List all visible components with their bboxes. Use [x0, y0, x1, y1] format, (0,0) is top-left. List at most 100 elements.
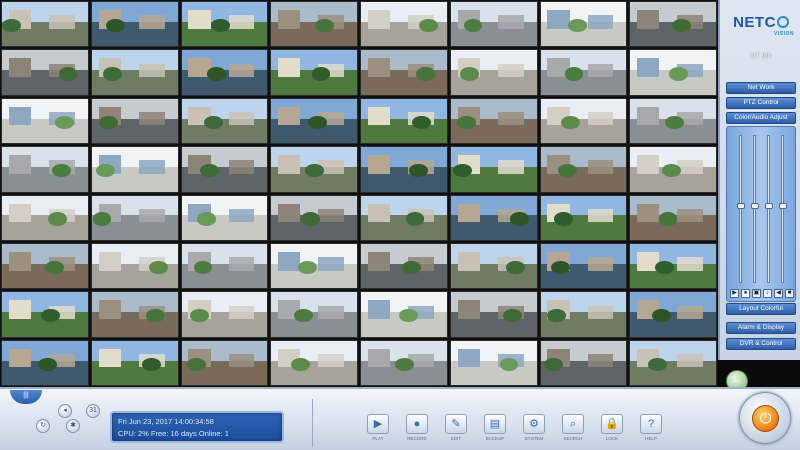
hue-knob[interactable] — [779, 203, 787, 210]
camera-feed[interactable] — [360, 146, 448, 193]
camera-feed[interactable] — [539, 339, 628, 386]
camera-feed[interactable] — [270, 146, 358, 193]
camera-feed[interactable] — [449, 242, 538, 290]
camera-feed[interactable] — [449, 1, 538, 48]
camera-feed[interactable] — [90, 97, 179, 145]
camera-feed[interactable] — [180, 194, 269, 241]
camera-feed[interactable] — [629, 97, 717, 145]
speaker-icon[interactable]: ◀ — [774, 289, 783, 298]
color-adjust-button[interactable]: Color/Audio Adjust — [726, 112, 796, 124]
lock-icon[interactable]: ■ — [785, 289, 794, 298]
power-button[interactable]: ⏻ — [739, 392, 791, 444]
camera-feed[interactable] — [270, 194, 358, 241]
camera-feed[interactable] — [360, 242, 448, 290]
scene-tree — [55, 115, 75, 129]
camera-list-tab[interactable]: ||| — [10, 390, 42, 404]
camera-feed[interactable] — [360, 339, 448, 386]
camera-feed[interactable] — [449, 49, 538, 96]
camera-feed[interactable] — [1, 194, 89, 241]
camera-feed[interactable] — [539, 242, 628, 290]
camera-feed[interactable] — [539, 194, 628, 241]
camera-feed[interactable] — [90, 146, 179, 193]
camera-feed[interactable] — [270, 291, 358, 338]
camera-feed[interactable] — [629, 194, 717, 241]
system-tool[interactable]: ⚙ — [523, 414, 545, 434]
camera-feed[interactable] — [1, 242, 89, 290]
camera-feed[interactable] — [1, 146, 89, 193]
saturation-knob[interactable] — [765, 203, 773, 210]
camera-feed[interactable] — [270, 97, 358, 145]
camera-feed[interactable] — [90, 194, 179, 241]
scene-building — [278, 155, 301, 174]
camera-feed[interactable] — [90, 49, 179, 96]
camera-feed[interactable] — [629, 1, 717, 48]
alarm-display-button[interactable]: Alarm & Display — [726, 322, 796, 334]
camera-feed[interactable] — [180, 97, 269, 145]
brightness-knob[interactable] — [737, 203, 745, 210]
play-icon[interactable]: ▶ — [730, 289, 739, 298]
camera-feed[interactable] — [449, 291, 538, 338]
camera-feed[interactable] — [539, 1, 628, 48]
record-tool[interactable]: ● — [406, 414, 428, 434]
camera-feed[interactable] — [629, 242, 717, 290]
camera-feed[interactable] — [360, 194, 448, 241]
audio-icon[interactable]: ♪ — [763, 289, 772, 298]
dvr-control-button[interactable]: DVR & Control — [726, 338, 796, 350]
scene-building — [8, 251, 32, 271]
snapshot-icon[interactable]: ▣ — [752, 289, 761, 298]
prev-page-button[interactable]: ◂ — [58, 404, 72, 418]
help-tool[interactable]: ? — [640, 414, 662, 434]
camera-feed[interactable] — [449, 97, 538, 145]
camera-feed[interactable] — [270, 49, 358, 96]
settings-button[interactable]: ✱ — [66, 419, 80, 433]
scene-building — [188, 10, 211, 29]
camera-feed[interactable] — [270, 242, 358, 290]
refresh-button[interactable]: ↻ — [36, 419, 50, 433]
camera-feed[interactable] — [629, 49, 717, 96]
camera-feed[interactable] — [1, 291, 89, 338]
camera-feed[interactable] — [360, 291, 448, 338]
camera-feed[interactable] — [539, 97, 628, 145]
backup-tool[interactable]: ▤ — [484, 414, 506, 434]
camera-feed[interactable] — [449, 146, 538, 193]
record-icon[interactable]: ● — [741, 289, 750, 298]
camera-feed[interactable] — [449, 194, 538, 241]
contrast-knob[interactable] — [751, 203, 759, 210]
camera-feed[interactable] — [539, 291, 628, 338]
camera-feed[interactable] — [90, 242, 179, 290]
camera-feed[interactable] — [90, 291, 179, 338]
network-button[interactable]: Net Work — [726, 82, 796, 94]
camera-feed[interactable] — [90, 1, 179, 48]
status-panel: Fri Jun 23, 2017 14:00:34:58 CPU: 2% Fre… — [110, 411, 284, 443]
camera-feed[interactable] — [449, 339, 538, 386]
search-tool[interactable]: ⌕ — [562, 414, 584, 434]
camera-feed[interactable] — [1, 339, 89, 386]
camera-feed[interactable] — [180, 1, 269, 48]
camera-feed[interactable] — [180, 146, 269, 193]
camera-feed[interactable] — [629, 146, 717, 193]
camera-feed[interactable] — [1, 1, 89, 48]
camera-feed[interactable] — [629, 291, 717, 338]
ptz-control-button[interactable]: PTZ Control — [726, 97, 796, 109]
camera-feed[interactable] — [180, 242, 269, 290]
lock-tool[interactable]: 🔒 — [601, 414, 623, 434]
camera-feed[interactable] — [1, 49, 89, 96]
layout-color-button[interactable]: Layout Colorful — [726, 303, 796, 315]
camera-feed[interactable] — [539, 146, 628, 193]
camera-feed[interactable] — [360, 49, 448, 96]
camera-feed[interactable] — [360, 1, 448, 48]
camera-feed[interactable] — [90, 339, 179, 386]
brand-tagline: VISION — [774, 31, 794, 37]
edit-tool[interactable]: ✎ — [445, 414, 467, 434]
play-tool[interactable]: ▶ — [367, 414, 389, 434]
camera-feed[interactable] — [1, 97, 89, 145]
calendar-button[interactable]: 31 — [86, 404, 100, 418]
camera-feed[interactable] — [539, 49, 628, 96]
camera-feed[interactable] — [180, 49, 269, 96]
camera-feed[interactable] — [180, 291, 269, 338]
camera-feed[interactable] — [629, 339, 717, 386]
camera-feed[interactable] — [270, 339, 358, 386]
camera-feed[interactable] — [180, 339, 269, 386]
camera-feed[interactable] — [360, 97, 448, 145]
camera-feed[interactable] — [270, 1, 358, 48]
